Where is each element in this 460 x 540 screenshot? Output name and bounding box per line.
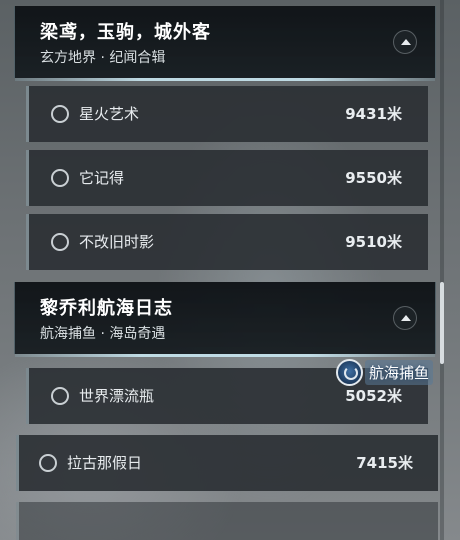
- radio-circle-icon[interactable]: [51, 169, 69, 187]
- item-label: 不改旧时影: [79, 233, 155, 251]
- item-label: 星火艺术: [79, 105, 140, 123]
- compass-icon: [336, 359, 363, 386]
- item-distance: 9550米: [345, 169, 402, 187]
- list-item[interactable]: 拉古那假日 7415米: [16, 435, 438, 491]
- chevron-up-icon[interactable]: [393, 30, 417, 54]
- item-distance: 7415米: [356, 454, 413, 472]
- category-header-lijiaoli[interactable]: 黎乔利航海日志 航海捕鱼 · 海岛奇遇: [14, 282, 436, 357]
- badge-label: 航海捕鱼: [365, 360, 434, 385]
- radio-circle-icon[interactable]: [51, 387, 69, 405]
- scrollbar-track[interactable]: [440, 0, 444, 540]
- item-label: 世界漂流瓶: [79, 387, 155, 405]
- scrollbar-thumb[interactable]: [440, 282, 444, 364]
- radio-circle-icon[interactable]: [39, 454, 57, 472]
- list-item[interactable]: [16, 502, 438, 540]
- item-label: 拉古那假日: [67, 454, 143, 472]
- item-distance: 9510米: [345, 233, 402, 251]
- category-title: 梁鸢，玉驹，城外客: [40, 22, 211, 43]
- category-subtitle: 玄方地界 · 纪闻合辑: [40, 50, 166, 66]
- category-header-liangyuan[interactable]: 梁鸢，玉驹，城外客 玄方地界 · 纪闻合辑: [14, 6, 436, 81]
- item-label: 它记得: [79, 169, 125, 187]
- chevron-up-icon[interactable]: [393, 306, 417, 330]
- category-subtitle: 航海捕鱼 · 海岛奇遇: [40, 326, 166, 342]
- map-marker-badge[interactable]: 航海捕鱼: [336, 359, 436, 386]
- radio-circle-icon[interactable]: [51, 233, 69, 251]
- category-title: 黎乔利航海日志: [40, 298, 173, 319]
- list-item[interactable]: 它记得 9550米: [26, 150, 428, 206]
- list-item[interactable]: 不改旧时影 9510米: [26, 214, 428, 270]
- radio-circle-icon[interactable]: [51, 105, 69, 123]
- item-distance: 5052米: [345, 387, 402, 405]
- list-item[interactable]: 星火艺术 9431米: [26, 86, 428, 142]
- item-distance: 9431米: [345, 105, 402, 123]
